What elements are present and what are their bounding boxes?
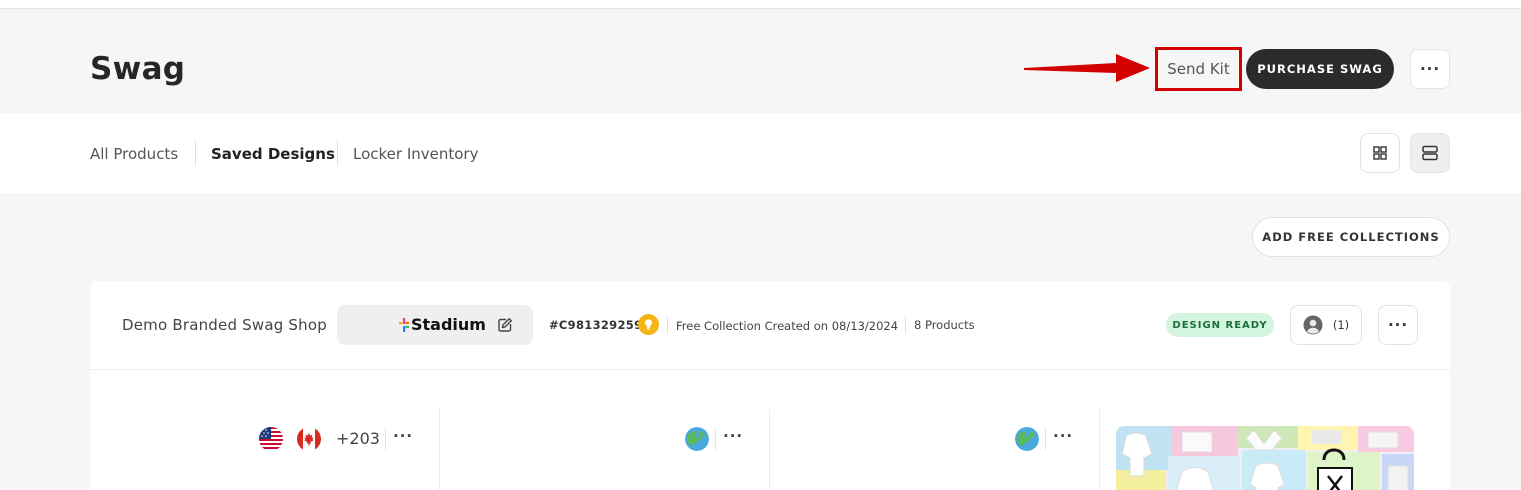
product-collage-image[interactable] (1116, 426, 1414, 490)
extra-countries-count: +203 (336, 429, 380, 448)
canada-flag-icon (297, 427, 321, 451)
column-action-divider (1045, 428, 1046, 450)
top-divider (0, 0, 1521, 9)
meta-divider (667, 317, 668, 333)
collection-name[interactable]: Demo Branded Swag Shop (122, 316, 327, 334)
stadium-logo-icon (399, 317, 409, 332)
tab-all-products[interactable]: All Products (90, 145, 178, 163)
page-header: Swag Send Kit PURCHASE SWAG ··· (0, 10, 1521, 113)
tab-divider (195, 141, 196, 165)
red-arrow-annotation-icon (1024, 54, 1150, 82)
column-divider (1099, 409, 1100, 490)
tab-divider (337, 141, 338, 165)
header-more-button[interactable]: ··· (1410, 49, 1450, 89)
add-free-collections-button[interactable]: ADD FREE COLLECTIONS (1252, 217, 1450, 257)
page-title: Swag (90, 51, 186, 87)
product-more-button[interactable]: ··· (723, 427, 743, 445)
collection-more-button[interactable]: ··· (1378, 305, 1418, 345)
product-more-button[interactable]: ··· (393, 427, 413, 445)
grid-view-button[interactable] (1360, 133, 1400, 173)
collection-card: Demo Branded Swag Shop Stadium #C9813292… (90, 281, 1450, 490)
meta-divider (905, 317, 906, 333)
avatar-icon (1303, 315, 1323, 335)
grid-icon (1373, 146, 1387, 160)
globe-icon (1015, 427, 1039, 451)
brand-logo-box: Stadium (337, 305, 533, 345)
created-date: Free Collection Created on 08/13/2024 (676, 319, 899, 333)
status-badge: DESIGN READY (1166, 313, 1274, 337)
edit-icon[interactable] (497, 317, 513, 333)
column-divider (439, 409, 440, 490)
tabs-bar: All Products Saved Designs Locker Invent… (0, 113, 1521, 193)
coin-icon (638, 314, 659, 335)
product-count: 8 Products (914, 318, 975, 332)
list-icon (1422, 145, 1438, 161)
collection-id: #C981329259 (549, 318, 643, 332)
column-divider (769, 409, 770, 490)
product-more-button[interactable]: ··· (1053, 427, 1073, 445)
tab-locker-inventory[interactable]: Locker Inventory (353, 145, 478, 163)
collection-card-header: Demo Branded Swag Shop Stadium #C9813292… (90, 281, 1450, 370)
members-count: (1) (1332, 318, 1350, 332)
globe-icon (685, 427, 709, 451)
list-view-button[interactable] (1410, 133, 1450, 173)
us-flag-icon (259, 427, 283, 451)
send-kit-button[interactable]: Send Kit (1155, 47, 1242, 91)
column-action-divider (385, 428, 386, 450)
column-action-divider (715, 428, 716, 450)
tab-saved-designs[interactable]: Saved Designs (211, 145, 335, 163)
brand-logo: Stadium (399, 315, 486, 334)
brand-name: Stadium (411, 315, 486, 334)
purchase-swag-button[interactable]: PURCHASE SWAG (1246, 49, 1394, 89)
members-button[interactable]: (1) (1290, 305, 1362, 345)
